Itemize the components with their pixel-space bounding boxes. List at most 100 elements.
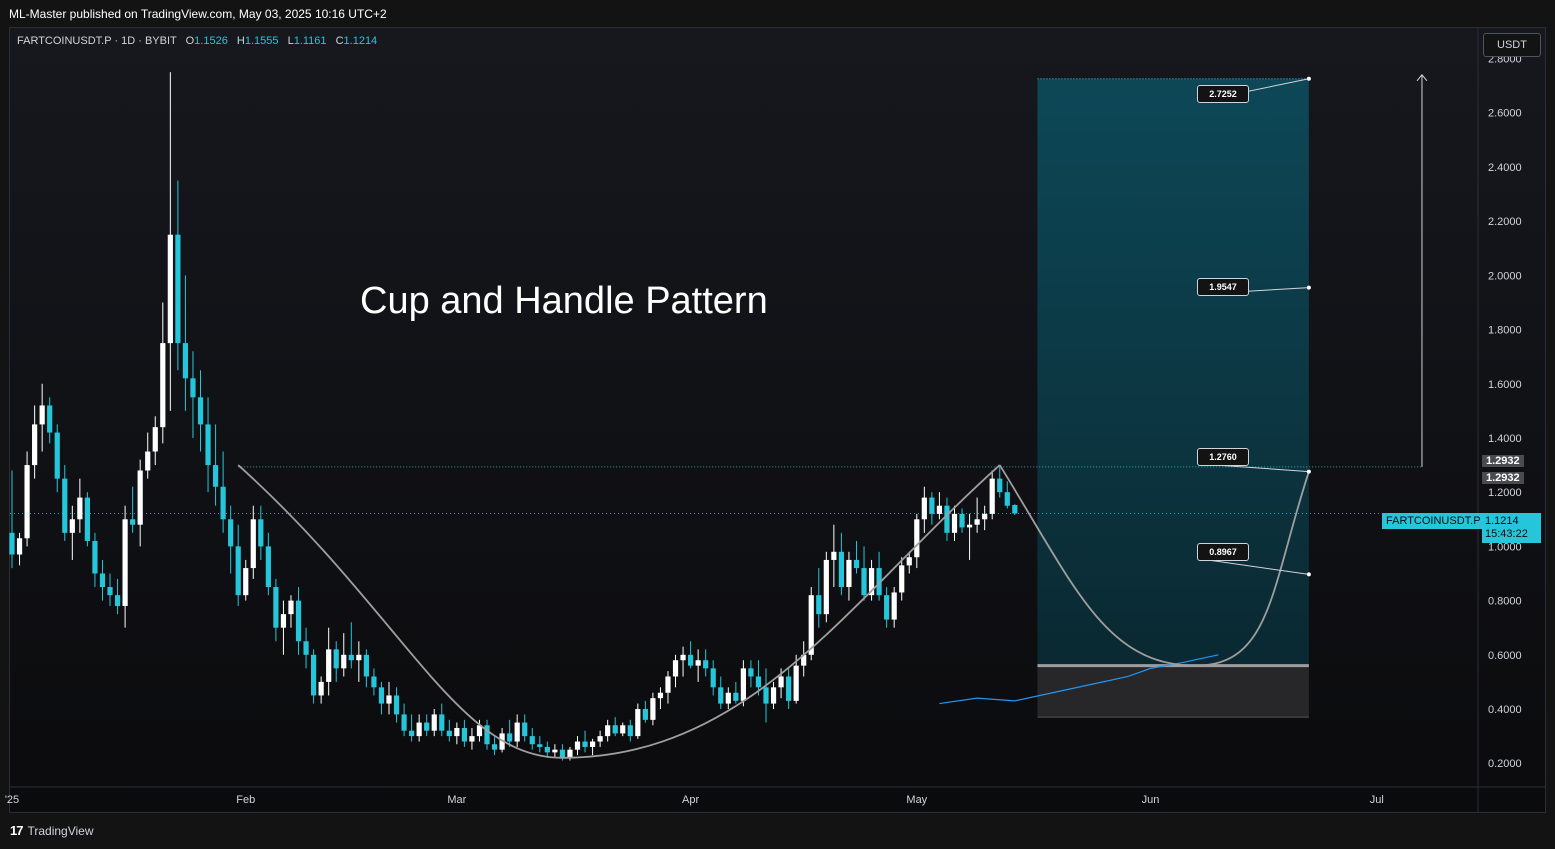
candle-body xyxy=(250,519,256,569)
high-label: H xyxy=(236,35,245,47)
candle-body xyxy=(703,660,709,669)
candle-body xyxy=(273,587,279,628)
callout-anchor xyxy=(1306,572,1311,577)
candle-body xyxy=(1004,492,1010,506)
price-tick-label: 0.2000 xyxy=(1488,758,1522,770)
bottom-bar xyxy=(0,815,1555,849)
tradingview-logo[interactable]: 17 TradingView xyxy=(10,823,94,838)
candle-body xyxy=(469,736,475,742)
candle-body xyxy=(145,451,151,471)
candle-body xyxy=(265,546,271,588)
candle-body xyxy=(122,519,128,607)
candle-body xyxy=(409,730,415,737)
candle-body xyxy=(597,736,603,742)
candle-body xyxy=(507,733,513,742)
candle-body xyxy=(62,478,68,533)
price-tick-label: 2.6000 xyxy=(1488,108,1522,120)
candle-body xyxy=(54,432,60,479)
open-value: 1.1526 xyxy=(194,35,228,47)
candle-body xyxy=(838,551,844,588)
tradingview-logo-text: TradingView xyxy=(27,823,94,838)
candle-body xyxy=(371,676,377,688)
candle-body xyxy=(39,405,45,425)
candle-body xyxy=(982,513,988,520)
candle-body xyxy=(175,234,181,344)
callout-anchor xyxy=(1306,285,1311,290)
candle-body xyxy=(130,519,136,525)
candle-body xyxy=(552,749,558,753)
candle-body xyxy=(167,234,173,344)
candle-body xyxy=(416,722,422,737)
candle-body xyxy=(959,513,965,528)
candle-body xyxy=(966,524,973,528)
symbol-title[interactable]: FARTCOINUSDT.P · 1D · BYBIT xyxy=(17,35,177,47)
price-tick-label: 2.2000 xyxy=(1488,216,1522,228)
candle-body xyxy=(861,568,867,596)
candle-body xyxy=(280,614,287,628)
candle-body xyxy=(906,557,912,566)
candle-body xyxy=(944,505,950,533)
high-value: 1.1555 xyxy=(244,35,279,47)
candle-body xyxy=(657,692,664,699)
candle-body xyxy=(921,497,927,520)
candle-body xyxy=(431,714,437,731)
candle-body xyxy=(786,676,792,701)
candle-body xyxy=(77,497,83,520)
candle-body xyxy=(152,427,158,452)
candle-body xyxy=(951,513,958,533)
candle-body xyxy=(69,519,75,533)
candle-body xyxy=(537,744,543,747)
callout-anchor xyxy=(1306,469,1311,474)
candle-body xyxy=(439,714,445,731)
candle-body xyxy=(326,649,332,682)
candle-body xyxy=(755,676,762,688)
candle-body xyxy=(612,725,618,734)
candle-body xyxy=(929,497,935,514)
candle-body xyxy=(627,725,633,737)
symbol-price-tag: FARTCOINUSDT.P xyxy=(1382,513,1485,529)
candle-body xyxy=(212,465,219,487)
candle-body xyxy=(899,565,905,593)
candle-body xyxy=(763,687,769,704)
currency-unit-button[interactable]: USDT xyxy=(1483,33,1541,57)
candle-body xyxy=(137,470,143,525)
price-tick-label: 1.0000 xyxy=(1488,541,1522,553)
candle-body xyxy=(672,660,679,677)
last-price-value: 1.1214 xyxy=(1485,515,1519,527)
candle-body xyxy=(9,532,15,555)
candle-body xyxy=(446,730,452,737)
candle-body xyxy=(650,698,656,720)
last-price-badge: 1.1214 15:43:22 xyxy=(1482,513,1541,543)
candle-body xyxy=(544,746,550,753)
time-tick-label: Mar xyxy=(447,794,466,806)
candle-body xyxy=(778,676,784,688)
open-label: O xyxy=(185,35,195,47)
price-tick-label: 1.4000 xyxy=(1488,433,1522,445)
candle-body xyxy=(84,497,90,541)
price-tick-label: 1.8000 xyxy=(1488,325,1522,337)
candle-body xyxy=(461,727,467,742)
low-value: 1.1161 xyxy=(293,35,327,47)
price-tick-label: 0.4000 xyxy=(1488,704,1522,716)
symbol-legend: FARTCOINUSDT.P · 1D · BYBIT O1.1526 H1.1… xyxy=(17,35,377,47)
candle-body xyxy=(680,654,686,661)
candle-body xyxy=(914,519,920,558)
candle-body xyxy=(823,559,829,615)
close-value: 1.1214 xyxy=(343,35,378,47)
candle-body xyxy=(574,741,581,750)
price-chart[interactable]: 0.2000 0.4000 0.6000 0.8000 1.0000 1.2000 1.40… xyxy=(0,0,1555,849)
candle-body xyxy=(220,486,226,520)
candle-body xyxy=(688,654,694,666)
candle-body xyxy=(182,343,189,379)
candle-body xyxy=(635,709,641,737)
candle-body xyxy=(393,695,400,715)
candle-body xyxy=(853,559,860,569)
candle-body xyxy=(311,654,317,696)
target-zone xyxy=(1037,78,1309,666)
candle-body xyxy=(748,668,754,677)
candle-body xyxy=(589,741,596,747)
candle-body xyxy=(884,595,890,620)
price-tick-label: 2.0000 xyxy=(1488,270,1522,282)
candle-body xyxy=(190,378,196,398)
candle-body xyxy=(620,725,626,734)
